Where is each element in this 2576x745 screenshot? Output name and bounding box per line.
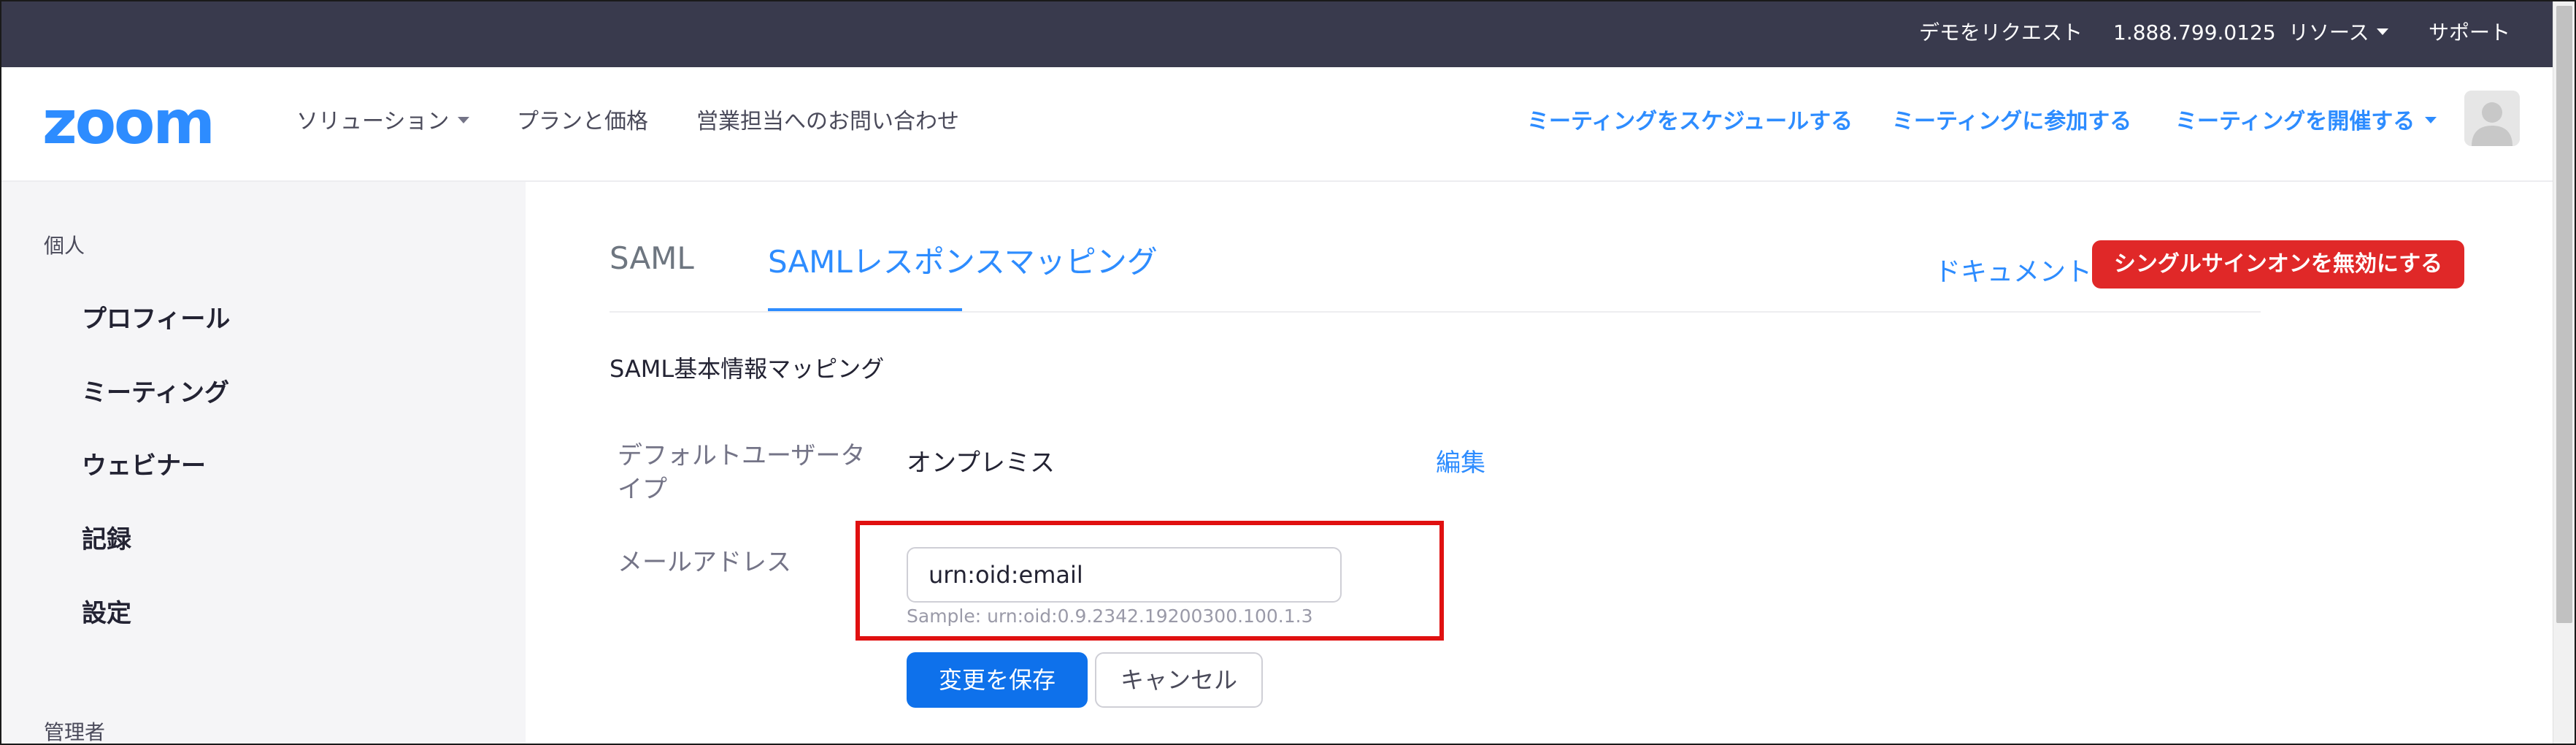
zoom-logo[interactable]: zoom [42,95,239,153]
support-link[interactable]: サポート [2429,1,2510,67]
email-mapping-input[interactable] [907,547,1342,603]
chevron-down-icon [2425,117,2437,123]
save-changes-button[interactable]: 変更を保存 [907,652,1088,708]
section-title: SAML基本情報マッピング [610,355,885,383]
join-meeting-link[interactable]: ミーティングに参加する [1892,67,2131,180]
tab-divider [610,311,2261,313]
email-label: メールアドレス [618,548,791,577]
solutions-label: ソリューション [296,109,450,134]
user-silhouette-icon [2464,91,2520,146]
avatar[interactable] [2464,91,2520,146]
sidebar-item-webinars[interactable]: ウェビナー [82,446,206,481]
sidebar: 個人 プロフィール ミーティング ウェビナー 記録 設定 管理者 [1,182,526,744]
resources-label: リソース [2288,20,2369,45]
contact-sales-link[interactable]: 営業担当へのお問い合わせ [696,67,959,180]
sidebar-item-meetings[interactable]: ミーティング [82,372,229,408]
vertical-scrollbar[interactable] [2553,1,2575,744]
tab-saml[interactable]: SAML [610,240,694,276]
tab-saml-response-mapping[interactable]: SAMLレスポンスマッピング [768,237,1158,282]
chevron-down-icon [458,117,470,123]
resources-menu[interactable]: リソース [2288,1,2388,67]
sidebar-header-personal: 個人 [44,234,85,258]
schedule-meeting-link[interactable]: ミーティングをスケジュールする [1527,67,1853,180]
sidebar-item-recordings[interactable]: 記録 [82,519,131,555]
user-type-label-line-2: イプ [618,475,667,504]
svg-text:zoom: zoom [42,95,213,153]
main-navigation: zoom ソリューション プランと価格 営業担当へのお問い合わせ ミーティングを… [1,67,2553,182]
email-sample-hint: Sample: urn:oid:0.9.2342.19200300.100.1.… [907,605,1313,627]
scrollbar-thumb[interactable] [2556,6,2572,623]
browser-frame: デモをリクエスト 1.888.799.0125 リソース サポート zoom ソ… [0,0,2576,745]
disable-sso-button[interactable]: シングルサインオンを無効にする [2092,240,2464,289]
user-type-label: デフォルトユーザータ イプ [618,439,865,506]
user-type-value: オンプレミス [907,448,1055,478]
documentation-link[interactable]: ドキュメント [1934,251,2092,289]
plans-pricing-link[interactable]: プランと価格 [517,67,648,180]
host-meeting-label: ミーティングを開催する [2175,109,2415,134]
host-meeting-menu[interactable]: ミーティングを開催する [2175,67,2437,180]
sidebar-item-settings[interactable]: 設定 [82,593,131,629]
main-content: SAML SAMLレスポンスマッピング ドキュメント シングルサインオンを無効に… [526,182,2553,744]
edit-link[interactable]: 編集 [1436,443,1485,478]
chevron-down-icon [2376,28,2388,35]
sidebar-item-profile[interactable]: プロフィール [82,299,230,335]
cancel-button[interactable]: キャンセル [1095,652,1263,708]
request-demo-link[interactable]: デモをリクエスト [1919,1,2083,67]
phone-number[interactable]: 1.888.799.0125 [2113,1,2276,67]
sidebar-header-admin: 管理者 [44,720,106,744]
user-type-label-line-1: デフォルトユーザータ [618,441,866,470]
solutions-menu[interactable]: ソリューション [296,67,470,180]
top-utility-bar: デモをリクエスト 1.888.799.0125 リソース サポート [1,1,2553,67]
